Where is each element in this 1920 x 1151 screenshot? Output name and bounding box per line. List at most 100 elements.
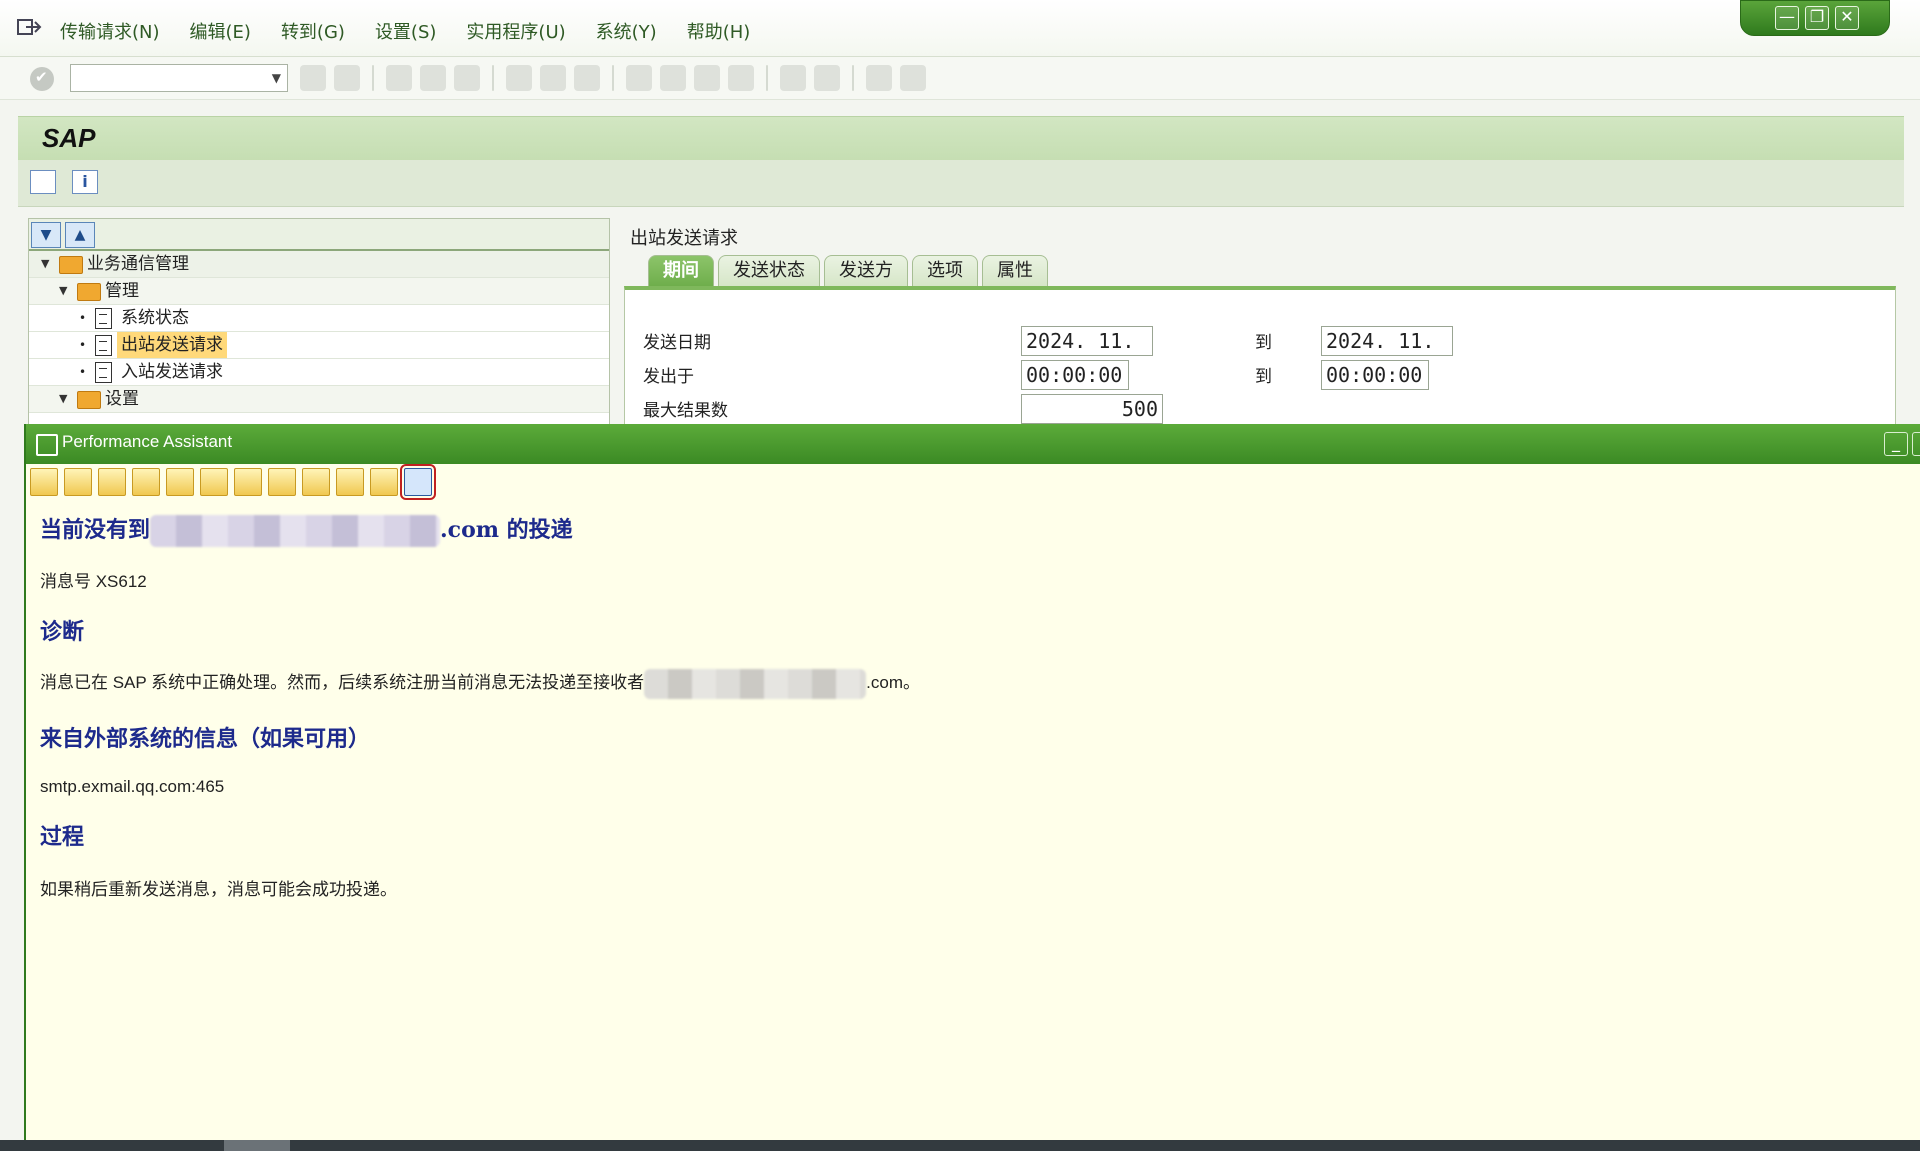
expand-triangle-icon[interactable]: ▼: [59, 386, 67, 412]
menu-help[interactable]: 帮助(H): [687, 18, 751, 44]
tree-node-business-communication[interactable]: ▼ 业务通信管理: [29, 251, 609, 278]
procedure-text: 如果稍后重新发送消息，消息可能会成功投递。: [40, 879, 397, 899]
print-icon[interactable]: [302, 468, 330, 496]
find-in-text-icon[interactable]: [336, 468, 364, 496]
menu-settings[interactable]: 设置(S): [375, 18, 436, 44]
exit-icon[interactable]: [420, 65, 446, 91]
assistant-titlebar: Performance Assistant _: [26, 424, 1920, 464]
customize-layout-icon[interactable]: [900, 65, 926, 91]
first-page-icon[interactable]: [626, 65, 652, 91]
max-results-field[interactable]: 500: [1021, 394, 1163, 424]
tab-options[interactable]: 选项: [912, 255, 978, 286]
diagnosis-prefix: 消息已在 SAP 系统中正确处理。然而，后续系统注册当前消息无法投递至接收者: [40, 673, 645, 692]
menu-goto[interactable]: 转到(G): [281, 18, 345, 44]
info-icon[interactable]: i: [72, 170, 98, 194]
performance-assistant-window: Performance Assistant _ 当前没有到 .com 的投递 消息…: [24, 424, 1920, 1140]
close-assistant-icon[interactable]: [400, 464, 436, 500]
tree-node-administration[interactable]: ▼ 管理: [29, 278, 609, 305]
menu-bar: 传输请求(N) 编辑(E) 转到(G) 设置(S) 实用程序(U) 系统(Y) …: [0, 0, 1920, 57]
toolbar-divider: [372, 65, 374, 91]
redacted-email: [644, 668, 867, 699]
tab-period[interactable]: 期间: [648, 255, 714, 286]
restore-icon[interactable]: ❐: [1805, 6, 1829, 30]
back-icon[interactable]: [386, 65, 412, 91]
previous-page-icon[interactable]: [660, 65, 686, 91]
shortcut-icon[interactable]: [814, 65, 840, 91]
standard-toolbar: ▼: [0, 57, 1920, 100]
toolbar-divider: [852, 65, 854, 91]
tree-node-label: 设置: [105, 389, 139, 409]
link-icon[interactable]: [200, 468, 228, 496]
expand-triangle-icon[interactable]: ▼: [59, 278, 67, 304]
title-bar: SAP: [18, 116, 1904, 161]
window-icon: [36, 434, 58, 456]
back-double-icon[interactable]: [300, 65, 326, 91]
toolbar-divider: [612, 65, 614, 91]
to-label: 到: [1255, 333, 1272, 353]
minimize-icon[interactable]: _: [1884, 432, 1908, 456]
command-field[interactable]: ▼: [70, 64, 288, 92]
tree-node-settings[interactable]: ▼ 设置: [29, 386, 609, 413]
tab-send-status[interactable]: 发送状态: [718, 255, 820, 286]
print-icon[interactable]: [506, 65, 532, 91]
users-icon[interactable]: [234, 468, 262, 496]
document-icon: [95, 362, 112, 383]
redacted-email: [150, 515, 441, 547]
tree-node-label: 管理: [105, 281, 139, 301]
tree-node-outbound-send-requests[interactable]: • 出站发送请求: [29, 332, 609, 359]
new-session-icon[interactable]: [780, 65, 806, 91]
menu-utilities[interactable]: 实用程序(U): [466, 18, 565, 44]
tree-node-system-status[interactable]: • 系统状态: [29, 305, 609, 332]
find-icon[interactable]: [540, 65, 566, 91]
sent-at-label: 发出于: [643, 367, 694, 387]
message-heading: 当前没有到 .com 的投递: [40, 512, 1902, 547]
help-icon[interactable]: [866, 65, 892, 91]
tree-node-label: 系统状态: [121, 308, 189, 328]
folder-open-icon: [59, 256, 83, 274]
send-date-to-field[interactable]: 2024. 11. 22: [1321, 326, 1453, 381]
tree-node-inbound-send-requests[interactable]: • 入站发送请求: [29, 359, 609, 386]
tree-node-label: 业务通信管理: [87, 254, 189, 274]
tab-attributes[interactable]: 属性: [982, 255, 1048, 286]
tab-sender[interactable]: 发送方: [824, 255, 908, 286]
max-results-label: 最大结果数: [643, 401, 728, 421]
expand-all-icon[interactable]: ▼: [31, 222, 61, 248]
menu-exit-icon[interactable]: [16, 16, 42, 38]
technical-info-icon[interactable]: [98, 468, 126, 496]
cancel-icon[interactable]: [454, 65, 480, 91]
menu-transport-request[interactable]: 传输请求(N): [60, 18, 160, 44]
back-arrow-icon[interactable]: [30, 468, 58, 496]
expand-triangle-icon[interactable]: ▼: [41, 251, 49, 277]
enter-check-icon[interactable]: [30, 67, 54, 91]
menu-system[interactable]: 系统(Y): [596, 18, 657, 44]
menu-edit[interactable]: 编辑(E): [190, 18, 251, 44]
diagnosis-text: 消息已在 SAP 系统中正确处理。然而，后续系统注册当前消息无法投递至接收者 .c…: [40, 668, 1902, 699]
heading-suffix: .com 的投递: [440, 517, 573, 543]
find-next-icon[interactable]: [574, 65, 600, 91]
application-toolbar: i: [18, 160, 1904, 207]
save-icon[interactable]: [334, 65, 360, 91]
tree-toggle-icon[interactable]: [30, 170, 56, 194]
edit-icon[interactable]: [166, 468, 194, 496]
tree-structure-icon[interactable]: [132, 468, 160, 496]
last-page-icon[interactable]: [728, 65, 754, 91]
document-icon: [95, 335, 112, 356]
toggle-view-icon[interactable]: [268, 468, 296, 496]
next-page-icon[interactable]: [694, 65, 720, 91]
diagnosis-suffix: .com。: [866, 673, 920, 692]
close-icon[interactable]: ✕: [1835, 6, 1859, 30]
forward-arrow-icon[interactable]: [64, 468, 92, 496]
status-segment: [224, 1140, 290, 1151]
send-date-from-field[interactable]: 2024. 11. 21: [1021, 326, 1153, 381]
maximize-icon[interactable]: [1912, 432, 1920, 456]
time-to-field[interactable]: 00:00:00: [1321, 360, 1429, 390]
minimize-icon[interactable]: —: [1775, 6, 1799, 30]
chevron-down-icon[interactable]: ▼: [272, 71, 281, 85]
list-view-icon[interactable]: [370, 468, 398, 496]
time-from-field[interactable]: 00:00:00: [1021, 360, 1129, 390]
bullet-icon: •: [79, 338, 87, 352]
collapse-all-icon[interactable]: ▲: [65, 222, 95, 248]
to-label: 到: [1255, 367, 1272, 387]
tree-toolbar: ▼ ▲: [29, 219, 609, 251]
tab-content-period: 发送日期 2024. 11. 21 到 2024. 11. 22 发出于 00:…: [624, 286, 1896, 430]
